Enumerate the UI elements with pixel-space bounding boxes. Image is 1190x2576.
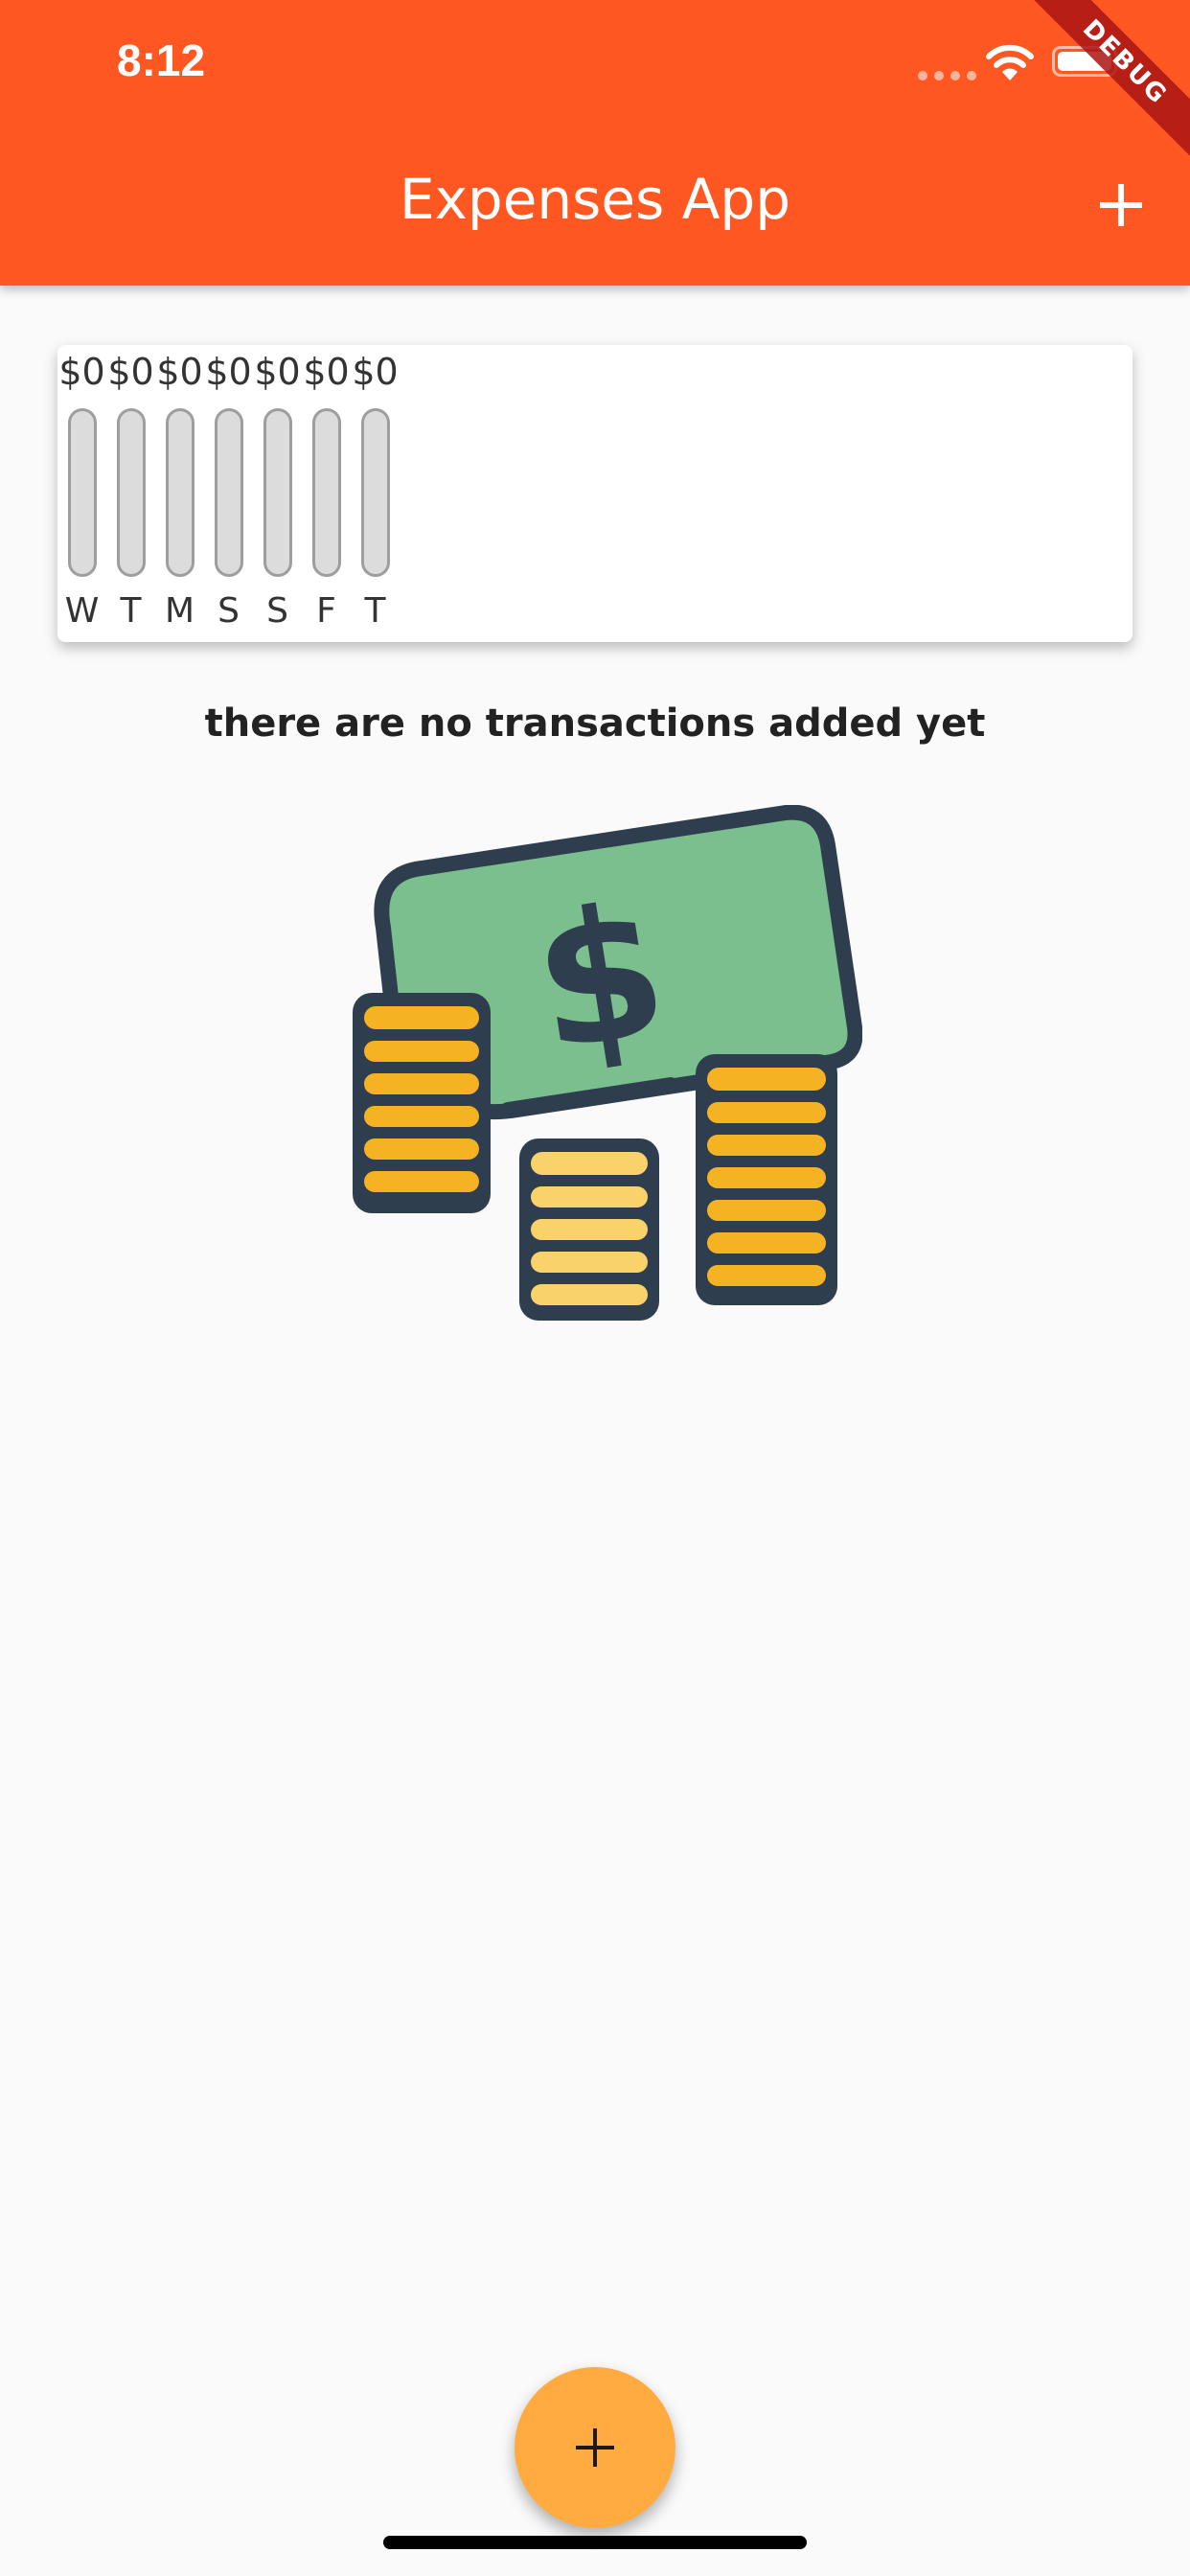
bar-amount-label: $0 <box>352 351 399 393</box>
bar-amount-label: $0 <box>254 351 301 393</box>
bar-track <box>214 408 243 577</box>
bar-day-label: M <box>164 591 195 631</box>
money-coins-illustration: $ <box>353 805 862 1321</box>
chart-bars: $0 W $0 T $0 M $0 S $0 S $0 F $0 T <box>57 345 400 631</box>
bar-amount-label: $0 <box>58 351 105 393</box>
add-transaction-fab[interactable] <box>515 2367 675 2528</box>
bar-amount-label: $0 <box>156 351 203 393</box>
bar-day-label: W <box>64 591 100 631</box>
chart-bar: $0 W <box>57 345 106 631</box>
home-indicator <box>383 2536 807 2549</box>
app-screen: 8:12 DEBUG Expenses App $0 W $0 T $0 M $0 S $0 S $… <box>0 0 1190 2576</box>
plus-icon <box>576 2428 614 2467</box>
app-title: Expenses App <box>399 167 791 232</box>
cellular-signal-icon <box>918 71 976 80</box>
app-bar: 8:12 DEBUG Expenses App <box>0 0 1190 286</box>
plus-icon <box>1100 184 1142 226</box>
bar-track <box>116 408 146 577</box>
debug-banner: DEBUG <box>1002 0 1190 185</box>
chart-bar: $0 M <box>155 345 204 631</box>
bar-day-label: S <box>217 591 240 631</box>
bar-track <box>165 408 195 577</box>
coin-stack-left <box>353 993 491 1213</box>
chart-bar: $0 T <box>106 345 155 631</box>
coin-stack-middle <box>519 1138 659 1321</box>
chart-bar: $0 S <box>253 345 302 631</box>
bar-amount-label: $0 <box>205 351 252 393</box>
bar-day-label: T <box>364 591 386 631</box>
status-bar-time: 8:12 <box>117 35 206 85</box>
add-transaction-button[interactable] <box>1087 171 1156 240</box>
coin-stack-right <box>696 1054 837 1305</box>
empty-state-message: there are no transactions added yet <box>204 702 986 746</box>
bar-day-label: T <box>120 591 142 631</box>
bar-track <box>311 408 341 577</box>
chart-bar: $0 F <box>302 345 351 631</box>
chart-bar: $0 T <box>351 345 400 631</box>
weekly-chart-card: $0 W $0 T $0 M $0 S $0 S $0 F $0 T <box>57 345 1133 642</box>
chart-bar: $0 S <box>204 345 253 631</box>
bar-track <box>360 408 390 577</box>
bar-day-label: S <box>266 591 288 631</box>
bar-day-label: F <box>316 591 336 631</box>
bar-amount-label: $0 <box>303 351 350 393</box>
bar-amount-label: $0 <box>107 351 154 393</box>
wifi-icon <box>986 44 1034 80</box>
bar-track <box>263 408 292 577</box>
bar-track <box>67 408 97 577</box>
